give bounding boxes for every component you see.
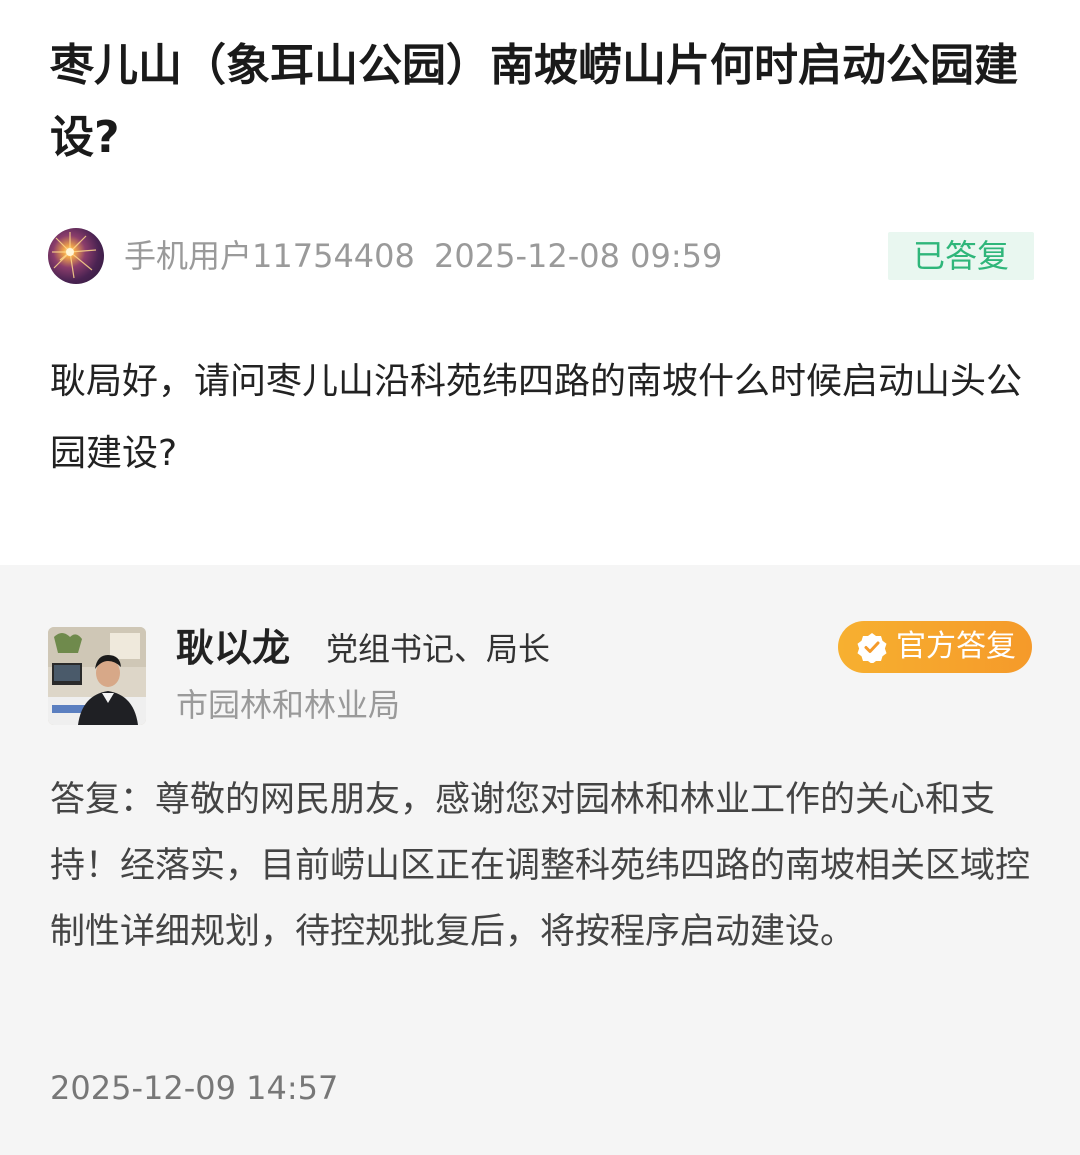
answer-section: 耿以龙 党组书记、局长 市园林和林业局 官方答复 答复：尊敬的网民朋友，感谢您对… <box>0 565 1080 1155</box>
question-section: 枣儿山（象耳山公园）南坡崂山片何时启动公园建设? 手机用户11754408 20… <box>0 0 1080 565</box>
asker-name[interactable]: 手机用户11754408 <box>124 236 415 276</box>
answer-timestamp: 2025-12-09 14:57 <box>50 1069 339 1107</box>
answer-body: 答复：尊敬的网民朋友，感谢您对园林和林业工作的关心和支持！经落实，目前崂山区正在… <box>50 780 1031 952</box>
official-reply-badge: 官方答复 <box>838 621 1032 673</box>
question-title: 枣儿山（象耳山公园）南坡崂山片何时启动公园建设? <box>50 40 1018 163</box>
asker-info: 手机用户11754408 2025-12-08 09:59 已答复 <box>48 228 1034 284</box>
question-body: 耿局好，请问枣儿山沿科苑纬四路的南坡什么时候启动山头公园建设? <box>50 361 1023 474</box>
question-timestamp: 2025-12-08 09:59 <box>434 237 723 275</box>
responder-department[interactable]: 市园林和林业局 <box>176 683 400 727</box>
responder-title: 党组书记、局长 <box>326 630 551 668</box>
responder-photo[interactable] <box>48 627 146 725</box>
avatar-sparkle-icon <box>52 232 97 279</box>
verified-shield-icon <box>857 633 887 663</box>
person-photo-icon <box>48 627 146 725</box>
official-reply-label: 官方答复 <box>896 629 1016 664</box>
responder-name[interactable]: 耿以龙 <box>176 623 290 673</box>
status-badge: 已答复 <box>888 232 1034 280</box>
avatar-icon[interactable] <box>48 228 104 284</box>
